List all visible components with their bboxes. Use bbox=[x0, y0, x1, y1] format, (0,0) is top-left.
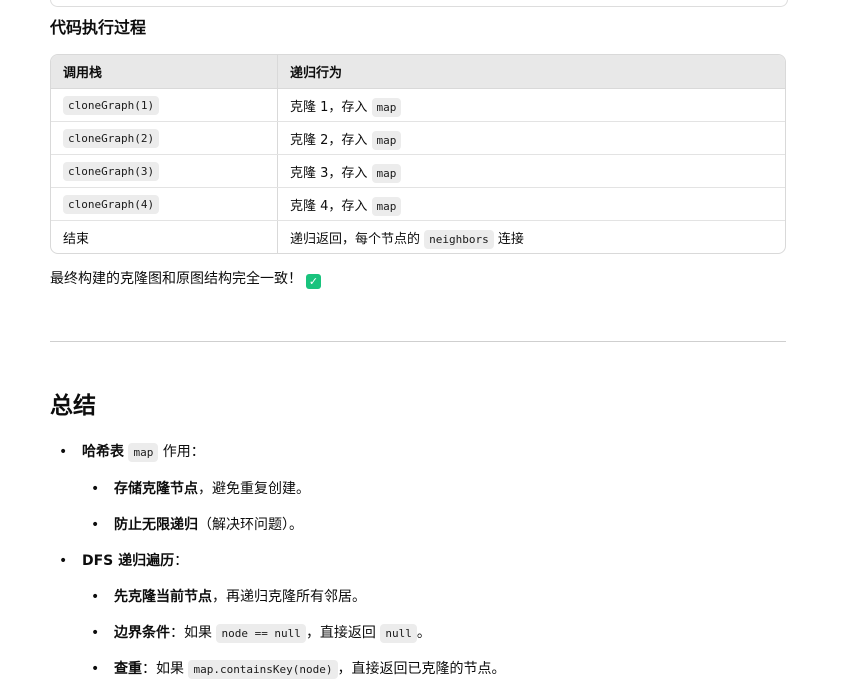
item-code: node == null bbox=[216, 624, 306, 643]
table-row: 结束 递归返回，每个节点的 neighbors 连接 bbox=[51, 220, 786, 254]
list-item: • 哈希表 map 作用： bbox=[59, 440, 205, 465]
call-code: cloneGraph(4) bbox=[63, 194, 160, 214]
item-code: map bbox=[128, 443, 159, 462]
call-code: cloneGraph(3) bbox=[63, 161, 160, 181]
section-title: 代码执行过程 bbox=[50, 18, 147, 37]
call-cell: cloneGraph(3) bbox=[51, 154, 278, 188]
item-bold: 防止无限递归 bbox=[114, 517, 198, 533]
item-text: （解决环问题）。 bbox=[198, 517, 303, 533]
item-bold: DFS 递归遍历 bbox=[82, 553, 175, 569]
action-suffix: 连接 bbox=[497, 231, 524, 247]
item-text: ，直接返回 bbox=[305, 625, 376, 641]
item-text: ：如果 bbox=[170, 625, 212, 641]
bullet-icon: • bbox=[91, 661, 100, 677]
call-code: cloneGraph(2) bbox=[63, 128, 160, 148]
item-bold: 先克隆当前节点 bbox=[114, 589, 212, 605]
action-text: 克隆 3，存入 bbox=[290, 165, 368, 181]
bullet-icon: • bbox=[59, 444, 68, 460]
list-item: • DFS 递归遍历： bbox=[59, 549, 189, 573]
item-text: ，再递归克隆所有邻居。 bbox=[212, 589, 366, 605]
action-code: map bbox=[371, 196, 402, 216]
list-item: • 先克隆当前节点，再递归克隆所有邻居。 bbox=[91, 585, 366, 609]
item-text: 。 bbox=[416, 625, 431, 641]
table-row: cloneGraph(4) 克隆 4，存入 map bbox=[51, 187, 785, 221]
list-item: • 存储克隆节点，避免重复创建。 bbox=[91, 477, 310, 501]
item-text: 作用： bbox=[162, 444, 205, 460]
list-item: • 防止无限递归（解决环问题）。 bbox=[91, 513, 303, 537]
item-bold: 边界条件 bbox=[114, 625, 170, 641]
action-code: neighbors bbox=[424, 229, 494, 249]
column-header-call-stack: 调用栈 bbox=[51, 55, 278, 89]
item-bold: 存储克隆节点 bbox=[114, 481, 198, 497]
previous-block-edge bbox=[50, 0, 788, 7]
action-cell: 克隆 1，存入 map bbox=[277, 88, 785, 122]
item-code: null bbox=[380, 624, 417, 643]
item-bold: 查重 bbox=[114, 661, 142, 677]
action-code: map bbox=[371, 163, 402, 183]
call-cell: cloneGraph(4) bbox=[51, 187, 278, 221]
action-cell: 克隆 3，存入 map bbox=[277, 154, 785, 188]
list-item: • 边界条件：如果 node == null ，直接返回 null。 bbox=[91, 621, 431, 646]
bullet-icon: • bbox=[59, 553, 68, 569]
execution-table: 调用栈 递归行为 cloneGraph(1) 克隆 1，存入 map clone… bbox=[50, 54, 786, 254]
conclusion-text: 最终构建的克隆图和原图结构完全一致！ bbox=[50, 271, 302, 287]
bullet-icon: • bbox=[91, 589, 100, 605]
item-text: ： bbox=[174, 553, 189, 569]
summary-heading: 总结 bbox=[50, 393, 96, 419]
action-text: 递归返回，每个节点的 bbox=[290, 231, 421, 247]
action-cell: 递归返回，每个节点的 neighbors 连接 bbox=[278, 221, 786, 254]
action-text: 克隆 2，存入 bbox=[290, 132, 368, 148]
call-cell: cloneGraph(1) bbox=[51, 88, 278, 122]
action-code: map bbox=[371, 130, 402, 150]
bullet-icon: • bbox=[91, 517, 100, 533]
column-header-recursive-action: 递归行为 bbox=[277, 55, 785, 89]
action-code: map bbox=[371, 97, 402, 117]
action-cell: 克隆 2，存入 map bbox=[277, 121, 785, 155]
call-code: cloneGraph(1) bbox=[63, 95, 160, 115]
item-text: ，避免重复创建。 bbox=[198, 481, 310, 497]
call-cell: cloneGraph(2) bbox=[51, 121, 278, 155]
call-cell: 结束 bbox=[51, 220, 278, 253]
horizontal-divider bbox=[50, 341, 786, 342]
table-row: cloneGraph(3) 克隆 3，存入 map bbox=[51, 154, 785, 188]
list-item: • 查重：如果 map.containsKey(node) ，直接返回已克隆的节点… bbox=[91, 657, 506, 682]
table-row: cloneGraph(1) 克隆 1，存入 map bbox=[51, 88, 785, 122]
item-bold: 哈希表 bbox=[82, 444, 124, 460]
table-header-row: 调用栈 递归行为 bbox=[51, 55, 785, 89]
action-text: 克隆 4，存入 bbox=[290, 198, 368, 214]
check-mark-icon: ✓ bbox=[306, 274, 321, 289]
conclusion-line: 最终构建的克隆图和原图结构完全一致！ ✓ bbox=[50, 268, 321, 290]
item-text: ：如果 bbox=[142, 661, 184, 677]
bullet-icon: • bbox=[91, 481, 100, 497]
bullet-icon: • bbox=[91, 625, 100, 641]
item-text: ，直接返回已克隆的节点。 bbox=[337, 661, 506, 677]
action-text: 克隆 1，存入 bbox=[290, 99, 368, 115]
action-cell: 克隆 4，存入 map bbox=[277, 187, 785, 221]
item-code: map.containsKey(node) bbox=[188, 660, 338, 679]
table-row: cloneGraph(2) 克隆 2，存入 map bbox=[51, 121, 785, 155]
